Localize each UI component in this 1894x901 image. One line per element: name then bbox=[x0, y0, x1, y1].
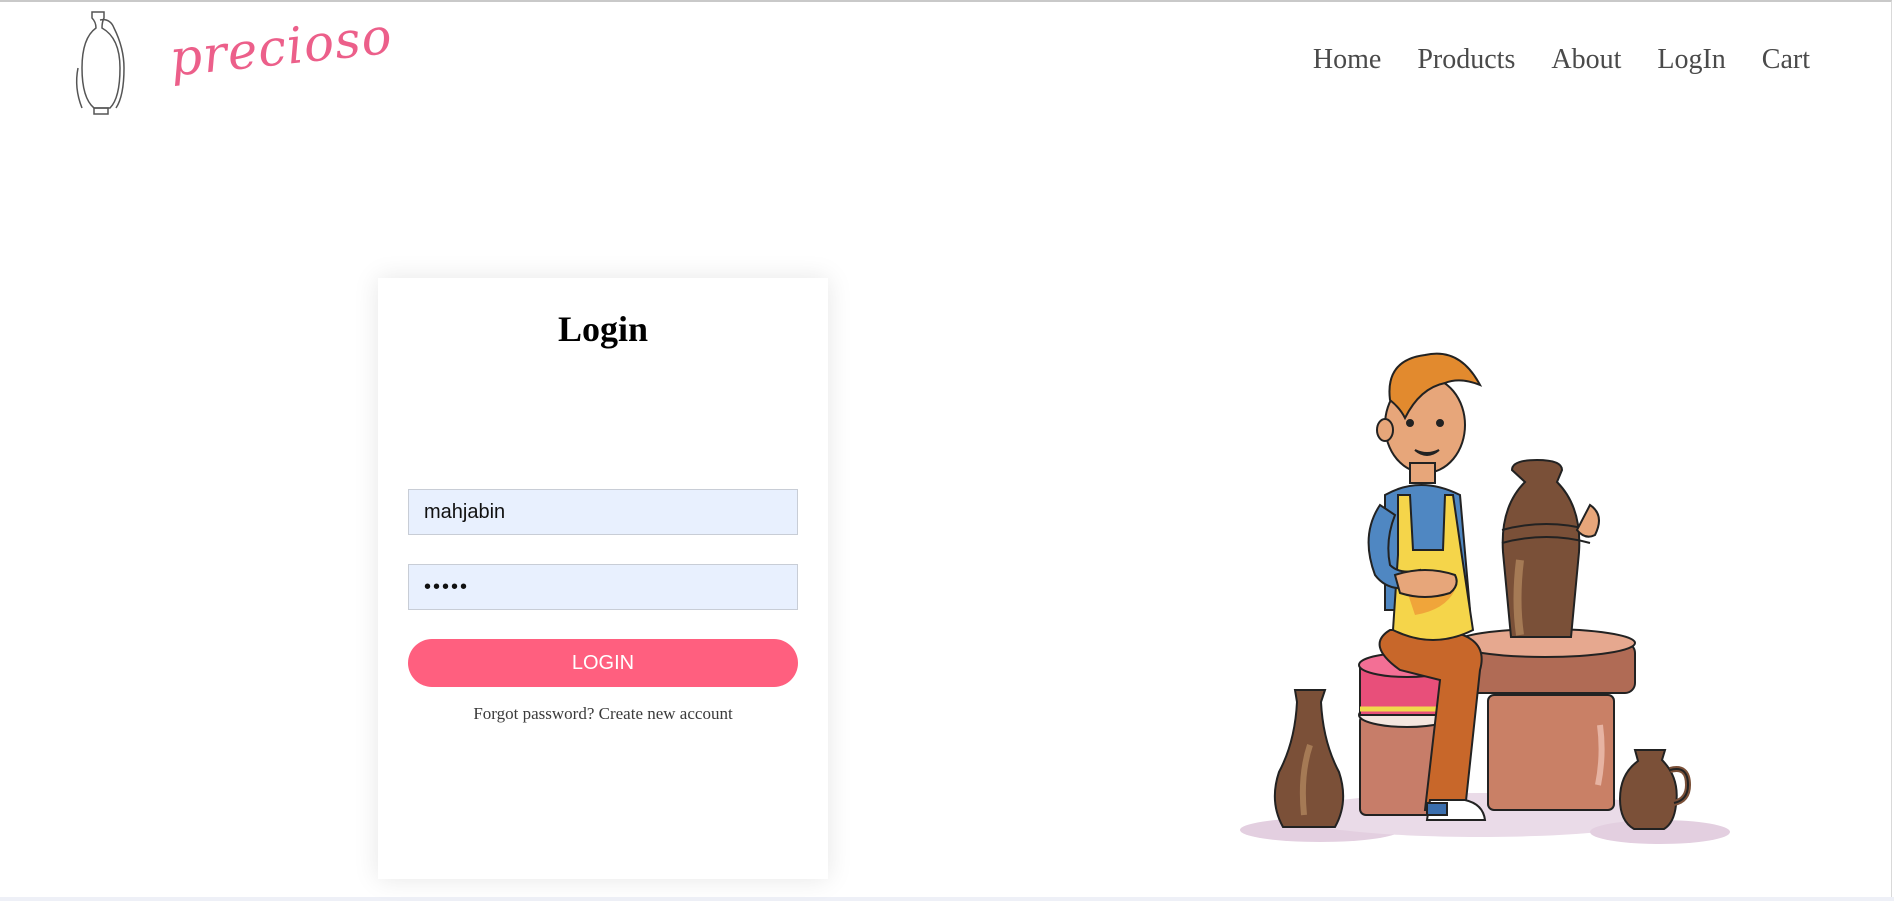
hand-icon bbox=[1575, 503, 1600, 538]
bottom-strip bbox=[0, 897, 1894, 901]
forgot-password-link[interactable]: Forgot password? bbox=[473, 704, 594, 723]
login-card: Login LOGIN Forgot password? Create new … bbox=[378, 278, 828, 879]
password-input[interactable] bbox=[408, 564, 798, 610]
login-button[interactable]: LOGIN bbox=[408, 639, 798, 687]
nav-products[interactable]: Products bbox=[1417, 44, 1515, 76]
nav-cart[interactable]: Cart bbox=[1762, 44, 1810, 76]
account-links: Forgot password? Create new account bbox=[378, 704, 828, 724]
potter-illustration bbox=[1240, 352, 1730, 844]
nav-login[interactable]: LogIn bbox=[1657, 44, 1725, 76]
create-account-link[interactable]: Create new account bbox=[599, 704, 733, 723]
nav-about[interactable]: About bbox=[1551, 44, 1621, 76]
tall-vase-icon bbox=[1273, 689, 1345, 828]
small-jug-icon bbox=[1618, 749, 1692, 830]
big-vase-icon bbox=[1501, 458, 1591, 638]
login-title: Login bbox=[557, 309, 649, 349]
username-input[interactable] bbox=[408, 489, 798, 535]
nav-home[interactable]: Home bbox=[1313, 44, 1381, 76]
brand-logo[interactable]: precioso bbox=[70, 7, 395, 118]
main-nav: Home Products About LogIn Cart bbox=[1313, 44, 1810, 76]
vase-logo-icon bbox=[75, 11, 125, 115]
